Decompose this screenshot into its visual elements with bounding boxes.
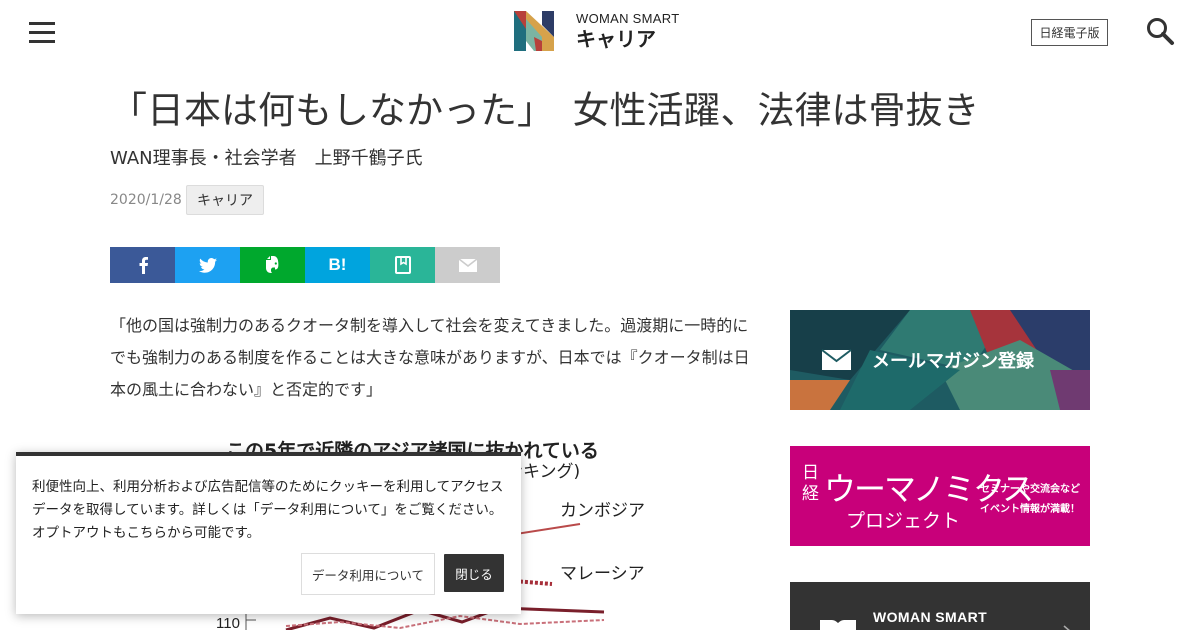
logo-line2: キャリア — [576, 27, 656, 51]
womanomics-side-2: イベント情報が満載！ — [980, 504, 1080, 515]
article-quote: 「他の国は強制力のあるクオータ制を導入して社会を変えてきました。過渡期に一時的に… — [110, 316, 750, 399]
search-icon[interactable] — [1145, 16, 1175, 46]
logo-mark-icon — [514, 11, 554, 51]
cookie-consent-dialog: 利便性向上、利用分析および広告配信等のためにクッキーを利用してアクセスデータを取… — [16, 452, 521, 614]
article-byline: WAN理事長・社会学者 上野千鶴子氏 — [110, 148, 423, 169]
womanomics-nikkei-bottom: 経 — [802, 484, 819, 504]
share-pocket-button[interactable] — [370, 247, 435, 283]
newsletter-label: メールマガジン登録 — [872, 351, 1034, 372]
woman-smart-label: WOMAN SMART — [873, 609, 988, 625]
page-title: 「日本は何もしなかった」 女性活躍、法律は骨抜き — [110, 89, 980, 132]
share-evernote-button[interactable] — [240, 247, 305, 283]
article-date: 2020/1/28 — [110, 192, 182, 208]
logo-line1: WOMAN SMART — [576, 11, 680, 26]
envelope-icon — [821, 349, 852, 370]
woman-smart-banner[interactable]: WOMAN SMART — [790, 582, 1090, 630]
cookie-consent-text: 利便性向上、利用分析および広告配信等のためにクッキーを利用してアクセスデータを取… — [32, 479, 504, 541]
share-hatena-button[interactable]: B! — [305, 247, 370, 283]
womanomics-side-1: セミナーや交流会など — [980, 484, 1080, 495]
pocket-icon — [394, 256, 411, 274]
data-usage-button[interactable]: データ利用について — [301, 553, 435, 595]
site-logo[interactable]: WOMAN SMART キャリア — [514, 10, 690, 52]
share-mail-button[interactable] — [435, 247, 500, 283]
book-icon — [820, 620, 856, 630]
newsletter-banner[interactable]: メールマガジン登録 — [790, 310, 1090, 410]
menu-icon[interactable] — [29, 22, 55, 44]
nikkei-edition-button[interactable]: 日経電子版 — [1031, 19, 1108, 46]
evernote-icon — [265, 255, 278, 273]
womanomics-banner[interactable]: 日 経 ウーマノミクス プロジェクト セミナーや交流会など イベント情報が満載！ — [790, 446, 1090, 546]
y-tick-label: 110 — [216, 615, 240, 630]
cookie-close-button[interactable]: 閉じる — [444, 554, 504, 592]
hatena-bookmark-icon: B! — [328, 255, 347, 274]
share-twitter-button[interactable] — [175, 247, 240, 283]
twitter-icon — [198, 257, 217, 273]
series-label-malaysia: マレーシア — [560, 564, 645, 584]
share-facebook-button[interactable] — [110, 247, 175, 283]
category-tag[interactable]: キャリア — [186, 185, 264, 215]
facebook-icon — [139, 257, 148, 274]
womanomics-subtitle: プロジェクト — [846, 510, 961, 532]
series-label-cambodia: カンボジア — [560, 501, 645, 521]
mail-icon — [458, 258, 477, 272]
chevron-right-icon — [1063, 625, 1070, 630]
